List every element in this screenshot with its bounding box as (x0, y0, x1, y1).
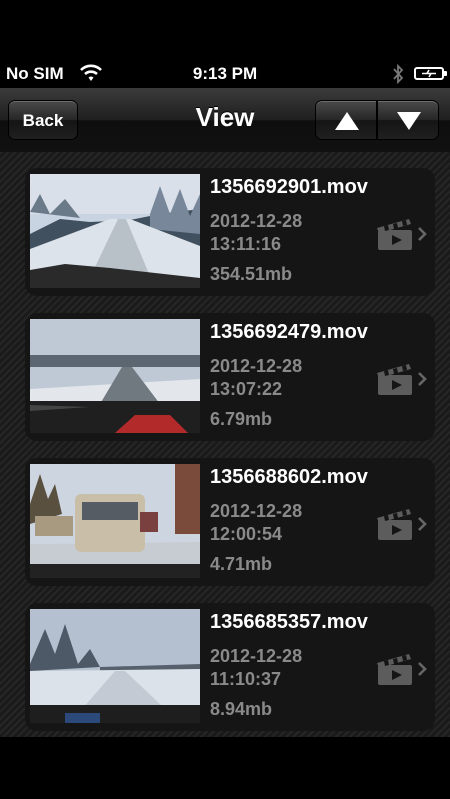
video-date: 2012-12-28 (210, 211, 303, 231)
next-button[interactable] (377, 100, 439, 140)
video-date: 2012-12-28 (210, 356, 303, 376)
video-date: 2012-12-28 (210, 501, 303, 521)
bluetooth-icon (393, 64, 404, 84)
video-size: 4.71mb (210, 554, 273, 574)
previous-button[interactable] (315, 100, 377, 140)
video-list-item[interactable]: 1356692901.mov 2012-12-28 13:11:16 354.5… (25, 168, 435, 296)
back-button[interactable]: Back (8, 100, 78, 140)
clapperboard-icon (377, 509, 412, 540)
video-thumbnail (30, 174, 200, 288)
video-time: 12:00:54 (210, 524, 283, 544)
video-time: 13:07:22 (210, 379, 283, 399)
chevron-right-icon (418, 517, 427, 531)
video-timestamp: 2012-12-28 13:11:16 (210, 210, 302, 256)
video-size: 354.51mb (210, 264, 293, 284)
video-filename: 1356692901.mov (210, 176, 368, 198)
chevron-right-icon (418, 372, 427, 386)
video-time: 11:10:37 (210, 669, 282, 689)
video-thumbnail (30, 319, 200, 433)
page-title: View (195, 102, 255, 132)
video-filename: 1356692479.mov (210, 321, 368, 343)
navigation-bar: Back View (0, 88, 450, 153)
video-list-item[interactable]: 1356685357.mov 2012-12-28 11:10:37 8.94m… (25, 603, 435, 731)
video-size: 8.94mb (210, 699, 273, 719)
video-timestamp: 2012-12-28 12:00:54 (210, 500, 302, 546)
bottom-area (0, 737, 450, 799)
video-filename: 1356688602.mov (210, 466, 368, 488)
video-date: 2012-12-28 (210, 646, 303, 666)
video-list-item[interactable]: 1356692479.mov 2012-12-28 13:07:22 6.79m… (25, 313, 435, 441)
chevron-right-icon (418, 662, 427, 676)
clapperboard-icon (377, 364, 412, 395)
video-timestamp: 2012-12-28 13:07:22 (210, 355, 302, 401)
chevron-right-icon (418, 227, 427, 241)
clock-label: 9:13 PM (192, 64, 258, 83)
status-bar: No SIM 9:13 PM (0, 0, 450, 88)
video-size: 6.79mb (210, 409, 273, 429)
clapperboard-icon (377, 219, 412, 250)
clapperboard-icon (377, 654, 412, 685)
video-thumbnail (30, 464, 200, 578)
video-time: 13:11:16 (210, 234, 282, 254)
video-thumbnail (30, 609, 200, 723)
video-timestamp: 2012-12-28 11:10:37 (210, 645, 302, 691)
battery-charging-icon (414, 67, 447, 80)
video-list-item[interactable]: 1356688602.mov 2012-12-28 12:00:54 4.71m… (25, 458, 435, 586)
video-filename: 1356685357.mov (210, 611, 368, 633)
arrow-down-icon (397, 112, 421, 130)
arrow-up-icon (335, 112, 359, 130)
